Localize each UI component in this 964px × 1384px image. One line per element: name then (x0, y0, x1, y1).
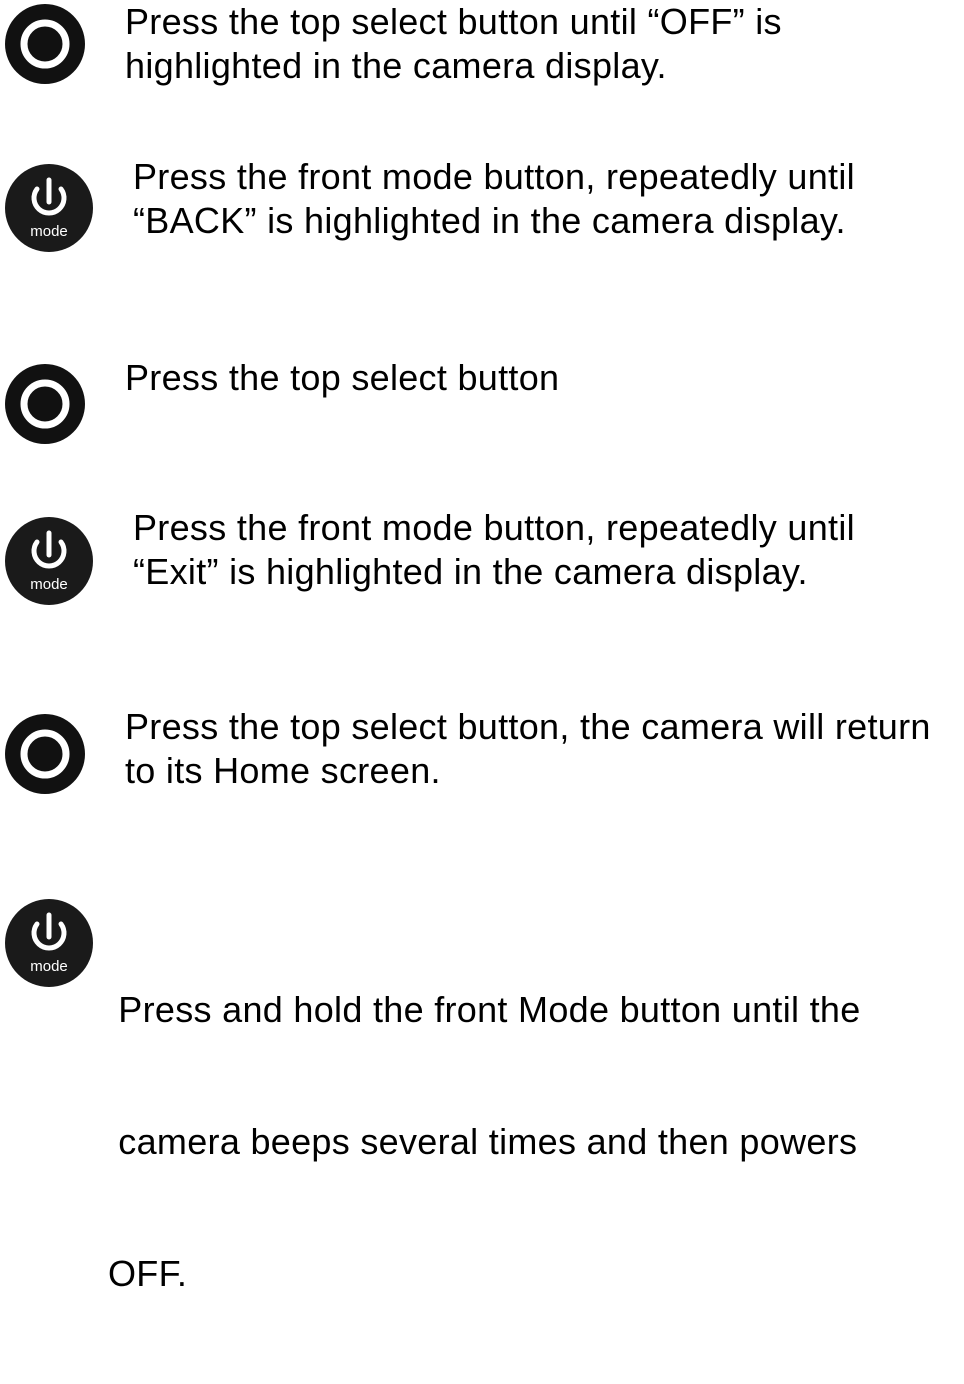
step-6-line-2: camera beeps several times and then powe… (108, 1121, 858, 1162)
select-button-icon (3, 362, 87, 446)
instruction-page: { "steps": [ { "icon": "select-button-ic… (0, 0, 964, 1294)
mode-button-icon: mode (3, 515, 95, 607)
step-1-line-1: Press the top select button until “OFF” … (125, 1, 782, 42)
step-2-line-1: Press the front mode button, repeatedly … (133, 156, 855, 197)
step-4-line-1: Press the front mode button, repeatedly … (133, 507, 855, 548)
select-button-icon (3, 712, 87, 796)
step-3-line-1: Press the top select button (125, 357, 560, 398)
step-2-line-2: “BACK” is highlighted in the camera disp… (133, 200, 846, 241)
mode-button-icon: mode (3, 897, 95, 989)
mode-label: mode (30, 958, 68, 975)
step-6-line-1: Press and hold the front Mode button unt… (108, 989, 861, 1030)
mode-label: mode (30, 576, 68, 593)
step-1-line-2: highlighted in the camera display. (125, 45, 667, 86)
step-6-line-3: OFF. (108, 1253, 188, 1294)
step-4-line-2: “Exit” is highlighted in the camera disp… (133, 551, 808, 592)
step-5-line-2: to its Home screen. (125, 750, 441, 791)
step-5-line-1: Press the top select button, the camera … (125, 706, 931, 747)
select-button-icon (3, 2, 87, 86)
mode-button-icon: mode (3, 162, 95, 254)
mode-label: mode (30, 223, 68, 240)
